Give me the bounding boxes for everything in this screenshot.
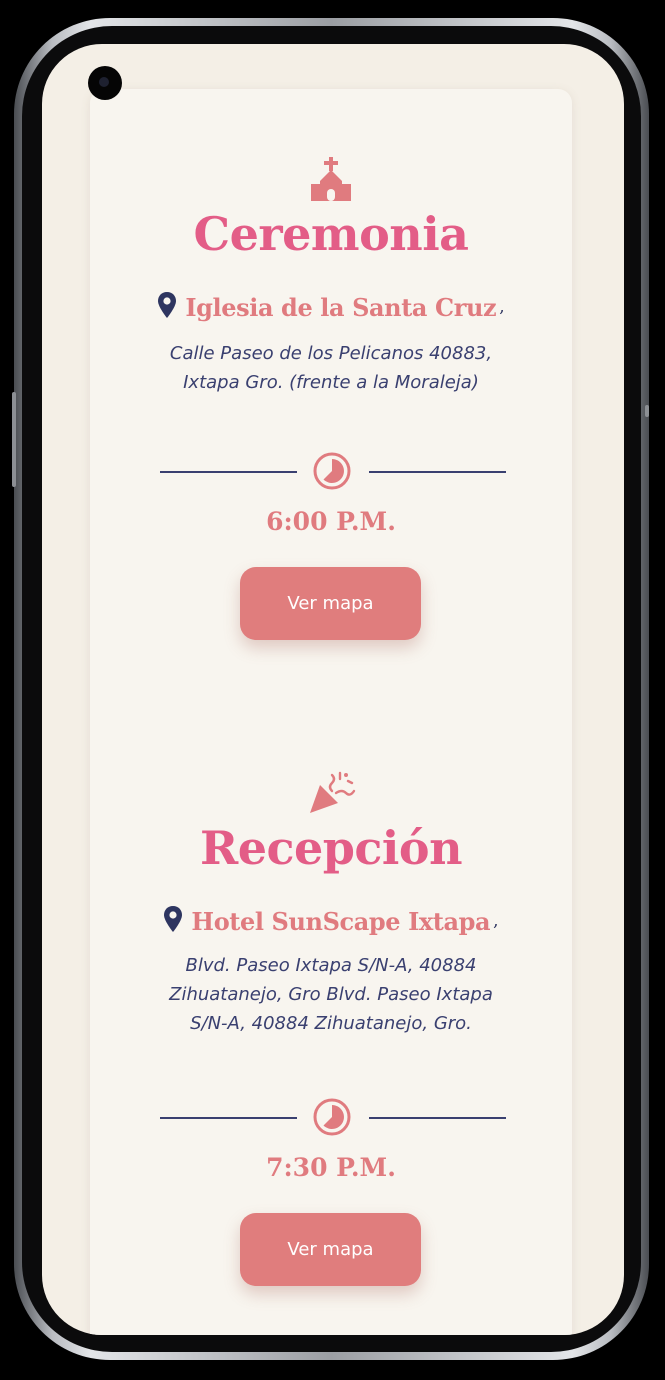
ceremony-time-divider <box>160 451 506 491</box>
reception-address: Blvd. Paseo Ixtapa S/N-A, 40884 Zihuatan… <box>169 955 493 1034</box>
front-camera <box>88 66 122 100</box>
ceremony-section: Ceremonia Iglesia de la Santa Cruz, Call… <box>90 89 572 729</box>
ceremony-title: Ceremonia <box>193 207 469 261</box>
reception-map-button[interactable]: Ver mapa <box>240 1213 421 1286</box>
reception-venue: Hotel SunScape Ixtapa , <box>90 903 572 939</box>
event-details-card: Ceremonia Iglesia de la Santa Cruz, Call… <box>90 89 572 1335</box>
divider-line-left <box>160 471 297 473</box>
ceremony-map-button[interactable]: Ver mapa <box>240 567 421 640</box>
church-icon <box>309 155 353 203</box>
volume-up-button <box>12 392 16 487</box>
ceremony-venue-suffix: , <box>499 297 505 317</box>
location-pin-icon <box>157 291 177 323</box>
reception-title: Recepción <box>199 821 463 875</box>
power-button <box>645 405 649 417</box>
reception-venue-suffix: , <box>493 911 499 931</box>
reception-section: Recepción Hotel SunScape Ixtapa , Blvd. … <box>90 729 572 1335</box>
clock-icon <box>312 451 352 491</box>
clock-icon <box>312 1097 352 1137</box>
reception-venue-name: Hotel SunScape Ixtapa <box>191 906 491 936</box>
screen: Ceremonia Iglesia de la Santa Cruz, Call… <box>42 44 624 1335</box>
divider-line-left <box>160 1117 297 1119</box>
divider-line-right <box>369 1117 506 1119</box>
ceremony-venue-name: Iglesia de la Santa Cruz <box>185 292 497 322</box>
ceremony-venue: Iglesia de la Santa Cruz, <box>90 289 572 325</box>
ceremony-time: 6:00 P.M. <box>266 507 396 536</box>
divider-line-right <box>369 471 506 473</box>
party-popper-icon <box>306 771 356 817</box>
location-pin-icon <box>163 905 183 937</box>
reception-time: 7:30 P.M. <box>266 1153 396 1182</box>
ceremony-address: Calle Paseo de los Pelicanos 40883, Ixta… <box>169 343 493 393</box>
reception-time-divider <box>160 1097 506 1137</box>
